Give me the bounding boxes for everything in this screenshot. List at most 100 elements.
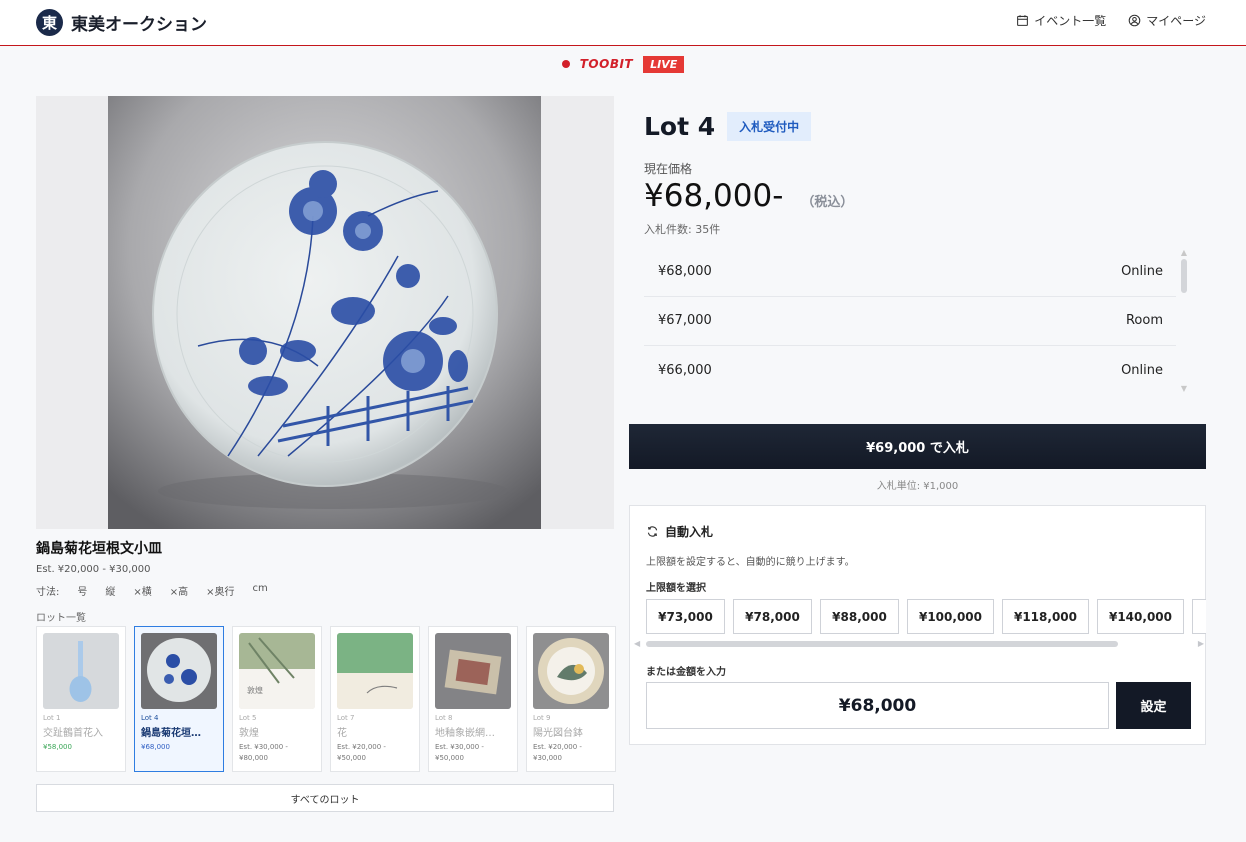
lot-card[interactable]: Lot 7 花 Est. ¥20,000 - ¥50,000 <box>330 626 420 772</box>
nav-mypage[interactable]: マイページ <box>1128 12 1206 29</box>
lot-thumbnail-image <box>43 633 119 709</box>
plate-image <box>108 96 541 529</box>
live-indicator: TOOBIT LIVE <box>0 54 1246 74</box>
bid-source: Online <box>1121 362 1163 378</box>
live-badge: LIVE <box>643 55 685 73</box>
size-part: ×奥行 <box>206 587 235 598</box>
status-badge: 入札受付中 <box>727 112 812 141</box>
size-label: 寸法: <box>36 587 60 598</box>
lot-card-active[interactable]: Lot 4 鍋島菊花垣… ¥68,000 <box>134 626 224 772</box>
size-part: ×高 <box>169 587 189 598</box>
limit-amount-button[interactable]: ¥140,000 <box>1097 599 1184 634</box>
lot-thumbnail-image <box>337 633 413 709</box>
bid-amount: ¥66,000 <box>658 362 712 378</box>
bid-history-list[interactable]: ¥68,000 Online ¥67,000 Room ¥66,000 Onli… <box>644 247 1190 395</box>
lot-heading: Lot 4 入札受付中 <box>644 112 812 141</box>
size-part: ×横 <box>133 587 152 598</box>
site-header: 東 東美オークション イベント一覧 マイページ <box>0 0 1246 46</box>
lot-number: Lot 9 <box>533 714 551 722</box>
lot-thumbnail-image <box>141 633 217 709</box>
lot-price: Est. ¥30,000 - ¥80,000 <box>239 743 288 762</box>
svg-text:敦煌: 敦煌 <box>247 685 263 695</box>
bid-count: 入札件数: 35件 <box>644 223 721 236</box>
live-dot-icon <box>561 60 570 68</box>
current-price-label: 現在価格 <box>644 162 693 176</box>
set-limit-button[interactable]: 設定 <box>1116 682 1191 729</box>
lot-thumbnail-image: 敦煌 <box>239 633 315 709</box>
auto-bid-title: 自動入札 <box>646 523 713 540</box>
limit-amount-button[interactable]: ¥100,000 <box>907 599 994 634</box>
lot-thumbnail-image <box>533 633 609 709</box>
main-item-image[interactable] <box>108 96 541 529</box>
amounts-scrollbar[interactable]: ◀ ▶ <box>634 639 1204 649</box>
tax-note: （税込） <box>801 195 854 210</box>
lot-card[interactable]: Lot 9 陽光図台鉢 Est. ¥20,000 - ¥30,000 <box>526 626 616 772</box>
limit-amount-button[interactable]: ¥118,000 <box>1002 599 1089 634</box>
lot-title: 花 <box>337 728 347 739</box>
lot-number: Lot 1 <box>43 714 61 722</box>
auto-bid-title-text: 自動入札 <box>665 525 714 539</box>
limit-amount-button[interactable] <box>1192 599 1206 634</box>
lot-number: Lot 5 <box>239 714 257 722</box>
custom-amount-label: または金額を入力 <box>646 667 726 678</box>
nav-mypage-label: マイページ <box>1146 14 1206 28</box>
scroll-down-arrow-icon[interactable]: ▼ <box>1180 385 1188 393</box>
size-part: cm <box>252 583 268 594</box>
lot-thumbnails: Lot 1 交趾鶴首花入 ¥58,000 Lot 4 鍋島菊花垣… ¥68,00… <box>36 626 616 772</box>
main-image-frame <box>36 96 614 529</box>
lot-thumbnail-image <box>435 633 511 709</box>
scroll-left-arrow-icon[interactable]: ◀ <box>634 639 640 649</box>
limit-amount-options: ¥73,000 ¥78,000 ¥88,000 ¥100,000 ¥118,00… <box>646 599 1206 634</box>
lot-price: ¥68,000 <box>141 743 170 751</box>
auto-bid-description: 上限額を設定すると、自動的に競り上げます。 <box>646 557 855 568</box>
lot-title: 敦煌 <box>239 728 259 739</box>
limit-amount-button[interactable]: ¥78,000 <box>733 599 812 634</box>
bid-history-row: ¥66,000 Online <box>644 346 1176 395</box>
scroll-up-arrow-icon[interactable]: ▲ <box>1180 249 1188 257</box>
all-lots-button[interactable]: すべてのロット <box>36 784 614 812</box>
lot-card[interactable]: Lot 1 交趾鶴首花入 ¥58,000 <box>36 626 126 772</box>
lot-price: ¥58,000 <box>43 743 72 751</box>
lot-title: 陽光図台鉢 <box>533 728 583 739</box>
bid-history-row: ¥68,000 Online <box>644 247 1176 297</box>
item-dimensions: 寸法: 号 縦 ×横 ×高 ×奥行 cm <box>36 583 268 598</box>
brand-logo: 東 <box>36 8 63 36</box>
lot-price: Est. ¥20,000 - ¥50,000 <box>337 743 386 762</box>
current-price-value: ¥68,000- <box>644 178 784 214</box>
scroll-right-arrow-icon[interactable]: ▶ <box>1198 639 1204 649</box>
auto-bid-panel: 自動入札 上限額を設定すると、自動的に競り上げます。 上限額を選択 ¥73,00… <box>629 505 1206 745</box>
brand-name: 東美オークション <box>71 14 207 35</box>
limit-amount-button[interactable]: ¥73,000 <box>646 599 725 634</box>
scrollbar-thumb[interactable] <box>646 641 1118 647</box>
bid-amount: ¥68,000 <box>658 263 712 279</box>
lot-card[interactable]: Lot 8 地釉象嵌網… Est. ¥30,000 - ¥50,000 <box>428 626 518 772</box>
bid-source: Room <box>1125 313 1163 329</box>
limit-label: 上限額を選択 <box>646 583 706 594</box>
history-scrollbar[interactable]: ▲ ▼ <box>1180 249 1188 393</box>
limit-amount-button[interactable]: ¥88,000 <box>820 599 899 634</box>
scrollbar-thumb[interactable] <box>1181 259 1187 293</box>
lot-price: Est. ¥20,000 - ¥30,000 <box>533 743 582 762</box>
brand-link[interactable]: 東 東美オークション <box>36 8 207 36</box>
bid-history-row: ¥67,000 Room <box>644 297 1176 346</box>
bid-increment: 入札単位: ¥1,000 <box>876 481 959 492</box>
size-part: 号 <box>77 587 88 598</box>
lot-title: 鍋島菊花垣… <box>141 728 201 739</box>
bid-source: Online <box>1121 263 1163 279</box>
lot-card[interactable]: 敦煌 Lot 5 敦煌 Est. ¥30,000 - ¥80,000 <box>232 626 322 772</box>
place-bid-button[interactable]: ¥69,000 で入札 <box>629 424 1206 469</box>
lot-title: 地釉象嵌網… <box>435 728 495 739</box>
live-brand: TOOBIT <box>579 57 634 71</box>
current-price: ¥68,000- （税込） <box>644 178 853 214</box>
header-nav: イベント一覧 マイページ <box>1016 12 1206 29</box>
lot-list-label: ロット一覧 <box>36 613 86 624</box>
lot-title: 交趾鶴首花入 <box>43 728 103 739</box>
lot-number: Lot 7 <box>337 714 355 722</box>
refresh-icon <box>647 526 658 537</box>
custom-amount-input[interactable] <box>646 682 1109 729</box>
nav-events[interactable]: イベント一覧 <box>1016 12 1106 29</box>
lot-price: Est. ¥30,000 - ¥50,000 <box>435 743 484 762</box>
lot-number: Lot 4 <box>141 714 159 722</box>
item-title: 鍋島菊花垣根文小皿 <box>36 541 162 557</box>
nav-events-label: イベント一覧 <box>1034 14 1107 28</box>
